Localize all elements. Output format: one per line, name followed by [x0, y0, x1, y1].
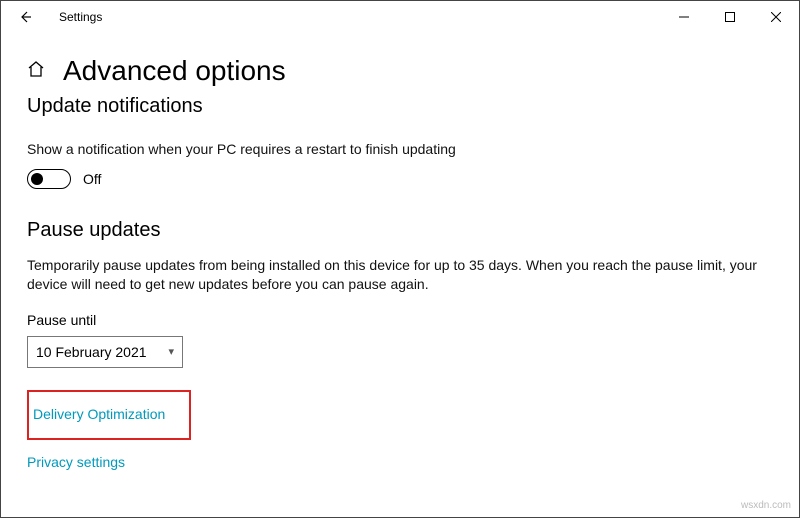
chevron-down-icon: ▾ — [168, 345, 174, 358]
notifications-toggle-label: Off — [83, 171, 101, 187]
close-icon — [771, 12, 781, 22]
privacy-settings-link[interactable]: Privacy settings — [27, 454, 125, 470]
pause-until-dropdown[interactable]: 10 February 2021 ▾ — [27, 336, 183, 368]
window-title: Settings — [59, 10, 102, 24]
pause-until-label: Pause until — [27, 312, 773, 328]
titlebar: Settings — [1, 1, 799, 33]
notifications-description: Show a notification when your PC require… — [27, 140, 773, 159]
maximize-icon — [725, 12, 735, 22]
pause-until-value: 10 February 2021 — [36, 344, 147, 360]
home-icon[interactable] — [27, 60, 45, 83]
maximize-button[interactable] — [707, 1, 753, 33]
delivery-optimization-link[interactable]: Delivery Optimization — [33, 406, 165, 422]
minimize-icon — [679, 12, 689, 22]
arrow-left-icon — [18, 10, 32, 24]
watermark: wsxdn.com — [741, 500, 791, 511]
content-area: Advanced options Update notifications Sh… — [1, 33, 799, 472]
delivery-optimization-highlight: Delivery Optimization — [27, 390, 191, 440]
notifications-toggle[interactable] — [27, 169, 71, 189]
window-controls — [661, 1, 799, 33]
notifications-heading: Update notifications — [27, 95, 773, 118]
page-header: Advanced options — [27, 55, 773, 87]
minimize-button[interactable] — [661, 1, 707, 33]
close-button[interactable] — [753, 1, 799, 33]
page-title: Advanced options — [63, 55, 286, 87]
notifications-toggle-row: Off — [27, 169, 773, 189]
pause-heading: Pause updates — [27, 219, 773, 242]
back-button[interactable] — [9, 1, 41, 33]
pause-description: Temporarily pause updates from being ins… — [27, 256, 773, 294]
